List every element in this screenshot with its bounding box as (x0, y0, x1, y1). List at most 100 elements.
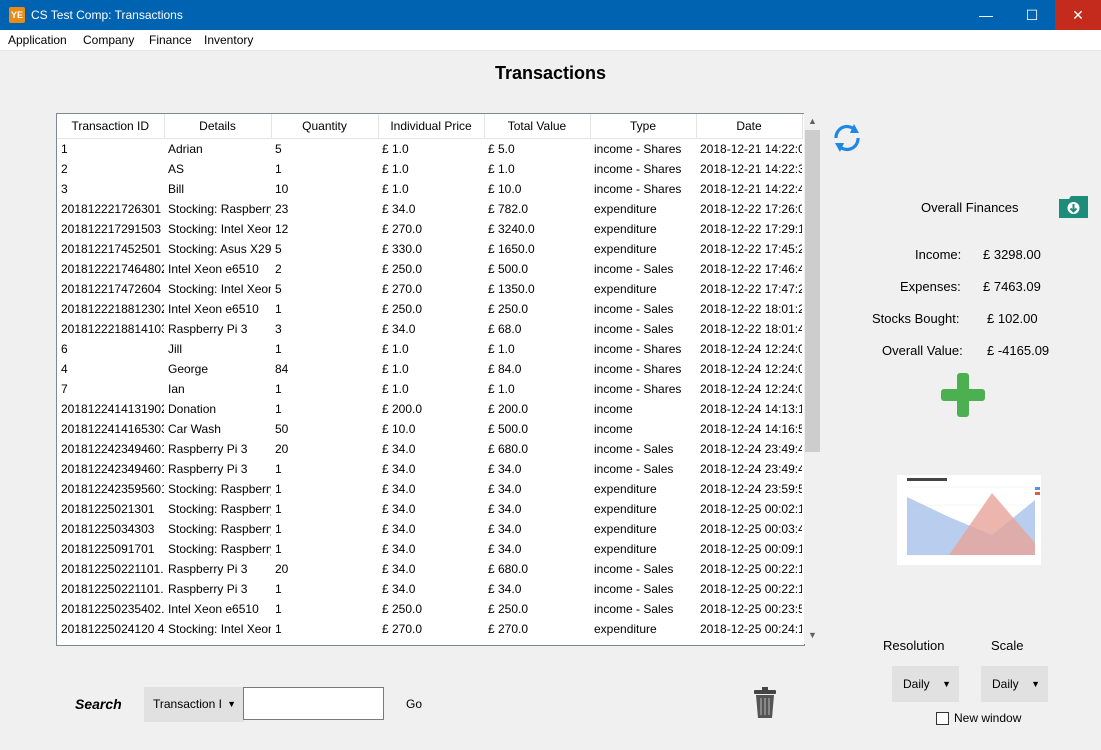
new-window-checkbox[interactable] (936, 712, 949, 725)
table-cell: £ 3240.0 (488, 222, 535, 236)
table-row[interactable]: 201812250221101.2 Raspberry Pi 3 1 £ 34.0 £ … (57, 579, 802, 599)
window-title: CS Test Comp: Transactions (31, 8, 183, 22)
table-row[interactable]: 201812217452501 Stocking: Asus X299 5 £ 330… (57, 239, 802, 259)
header-total-value[interactable]: Total Value (484, 114, 591, 139)
header-transaction-id[interactable]: Transaction ID (57, 114, 165, 139)
table-row[interactable]: 20181225021301 Stocking: Raspberry 1 £ 34.0… (57, 499, 802, 519)
header-details[interactable]: Details (164, 114, 272, 139)
table-row[interactable]: 3 Bill 10 £ 1.0 £ 10.0 income - Shares 2018-12… (57, 179, 802, 199)
table-cell: £ 34.0 (382, 202, 416, 216)
table-row[interactable]: 2 AS 1 £ 1.0 £ 1.0 income - Shares 2018-12-21 … (57, 159, 802, 179)
table-row[interactable]: 201812221726301 Stocking: Raspberry 23 £ 34… (57, 199, 802, 219)
maximize-button[interactable]: ☐ (1009, 0, 1055, 30)
table-cell: George (168, 362, 209, 376)
search-field-select[interactable]: Transaction I ▼ (144, 687, 244, 722)
expenses-value: £ 7463.09 (983, 279, 1041, 294)
header-individual-price[interactable]: Individual Price (378, 114, 485, 139)
table-cell: 2018-12-22 17:46:48 (700, 262, 802, 276)
table-row[interactable]: 7 Ian 1 £ 1.0 £ 1.0 income - Shares 2018-12-24… (57, 379, 802, 399)
table-cell: 1 (275, 402, 282, 416)
table-cell: £ 330.0 (382, 242, 423, 256)
close-button[interactable]: ✕ (1055, 0, 1101, 30)
table-cell: 2 (61, 162, 68, 176)
trash-icon[interactable] (753, 687, 777, 719)
transactions-table[interactable]: Transaction ID Details Quantity Individu… (56, 113, 805, 646)
scroll-thumb[interactable] (805, 130, 820, 452)
table-row[interactable]: 2018122423494601. Raspberry Pi 3 20 £ 34.0 £… (57, 439, 802, 459)
scale-select[interactable]: Daily ▼ (981, 666, 1048, 702)
table-cell: £ 34.0 (382, 522, 416, 536)
table-cell: 1 (275, 522, 282, 536)
table-cell: 201812221726301 (61, 202, 162, 216)
table-cell: 2018-12-22 17:45:25 (700, 242, 802, 256)
table-cell: expenditure (594, 222, 657, 236)
table-cell: 201812250221101.2 (61, 582, 164, 596)
table-cell: Raspberry Pi 3 (168, 462, 248, 476)
refresh-icon[interactable] (829, 120, 865, 156)
table-cell: expenditure (594, 282, 657, 296)
table-cell: £ 68.0 (488, 322, 522, 336)
table-row[interactable]: 2018122423494601. Raspberry Pi 3 1 £ 34.0 £ … (57, 459, 802, 479)
table-row[interactable]: 20181225091701 Stocking: Raspberry 1 £ 34.0… (57, 539, 802, 559)
header-quantity[interactable]: Quantity (271, 114, 379, 139)
table-row[interactable]: 201812250235402.1 Intel Xeon e6510 1 £ 250.… (57, 599, 802, 619)
table-row[interactable]: 2018122414131902 Donation 1 £ 200.0 £ 200.0 i… (57, 399, 802, 419)
table-cell: £ 200.0 (488, 402, 529, 416)
table-cell: Stocking: Raspberry (168, 522, 271, 536)
table-cell: income - Shares (594, 162, 682, 176)
menu-company[interactable]: Company (83, 33, 134, 47)
search-input[interactable] (243, 687, 384, 720)
table-cell: £ 270.0 (382, 222, 423, 236)
table-row[interactable]: 2018122423595601 Stocking: Raspberry 1 £ 34… (57, 479, 802, 499)
table-row[interactable]: 2018122217464802. Intel Xeon e6510 2 £ 250.… (57, 259, 802, 279)
table-cell: 5 (275, 282, 282, 296)
table-cell: Adrian (168, 142, 203, 156)
table-row[interactable]: 201812217472604 Stocking: Intel Xeon 5 £ 27… (57, 279, 802, 299)
table-cell: 2018-12-22 18:01:41 (700, 322, 802, 336)
menu-inventory[interactable]: Inventory (204, 33, 253, 47)
table-row[interactable]: 201812217291503 Stocking: Intel Xeon 12 £ 2… (57, 219, 802, 239)
minimize-button[interactable]: — (963, 0, 1009, 30)
table-cell: £ 34.0 (382, 562, 416, 576)
scale-select-value: Daily (992, 677, 1019, 691)
menu-finance[interactable]: Finance (149, 33, 192, 47)
table-row[interactable]: 2018122414165303 Car Wash 50 £ 10.0 £ 500.0 i… (57, 419, 802, 439)
table-cell: £ 1.0 (488, 342, 515, 356)
table-row[interactable]: 201812250221101.1 Raspberry Pi 3 20 £ 34.0 £… (57, 559, 802, 579)
overall-finances-heading: Overall Finances (921, 200, 1019, 215)
add-transaction-icon[interactable] (941, 373, 985, 417)
folder-download-icon[interactable] (1059, 196, 1088, 218)
resolution-select[interactable]: Daily ▼ (892, 666, 959, 702)
scroll-up-icon[interactable]: ▲ (804, 113, 821, 130)
scroll-down-icon[interactable]: ▼ (804, 627, 821, 644)
header-date[interactable]: Date (696, 114, 803, 139)
table-row[interactable]: 6 Jill 1 £ 1.0 £ 1.0 income - Shares 2018-12-2… (57, 339, 802, 359)
title-bar[interactable]: YE CS Test Comp: Transactions — ☐ ✕ (0, 0, 1101, 30)
table-cell: 2018-12-22 17:26:03 (700, 202, 802, 216)
go-button[interactable]: Go (396, 687, 432, 721)
table-cell: 20 (275, 442, 289, 456)
table-row[interactable]: 20181225034303 Stocking: Raspberry 1 £ 34.0… (57, 519, 802, 539)
table-row[interactable]: 4 George 84 £ 1.0 £ 84.0 income - Shares 2018-… (57, 359, 802, 379)
table-row[interactable]: 2018122218812302.1 Intel Xeon e6510 1 £ 250… (57, 299, 802, 319)
table-cell: expenditure (594, 242, 657, 256)
table-row[interactable]: 1 Adrian 5 £ 1.0 £ 5.0 income - Shares 2018-12… (57, 139, 802, 160)
table-cell: 2018-12-22 17:47:26 (700, 282, 802, 296)
menu-application[interactable]: Application (8, 33, 67, 47)
table-cell: 201812217472604 (61, 282, 162, 296)
header-type[interactable]: Type (590, 114, 697, 139)
table-row[interactable]: 2018122218814103.1 Raspberry Pi 3 3 £ 34.0 £… (57, 319, 802, 339)
performance-chart-thumbnail[interactable] (897, 475, 1041, 565)
table-cell: Stocking: Raspberry (168, 542, 271, 556)
table-cell: Stocking: Raspberry (168, 202, 271, 216)
stocks-bought-label: Stocks Bought: (872, 311, 960, 326)
scale-label: Scale (991, 638, 1024, 653)
table-scrollbar[interactable]: ▲ ▼ (804, 113, 821, 644)
table-cell: £ 1.0 (382, 162, 409, 176)
table-cell: £ 34.0 (488, 482, 522, 496)
table-cell: income - Sales (594, 322, 674, 336)
table-row[interactable]: 20181225024120 4 Stocking: Intel Xeon 1 £ 2… (57, 619, 802, 639)
table-cell: 1 (61, 142, 68, 156)
table-cell: 2018-12-24 23:49:46 (700, 442, 802, 456)
table-cell: income - Sales (594, 262, 674, 276)
